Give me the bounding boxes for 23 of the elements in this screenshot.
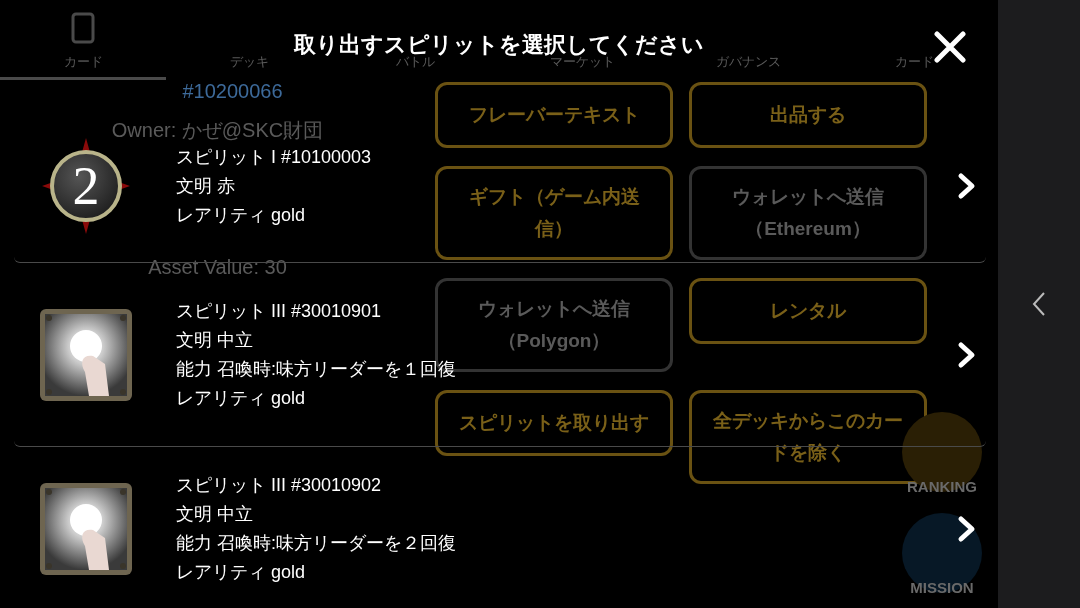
- back-chevron-icon[interactable]: [1032, 291, 1046, 317]
- action-button[interactable]: フレーバーテキスト: [435, 82, 673, 148]
- spirit-detail: スピリット I #10100003: [176, 145, 372, 169]
- spirit-detail: 能力 召喚時:味方リーダーを２回復: [176, 531, 456, 555]
- tab[interactable]: カード: [831, 51, 998, 80]
- spirit-detail: レアリティ gold: [176, 203, 306, 227]
- action-button[interactable]: スピリットを取り出す: [435, 390, 673, 456]
- spirit-detail: レアリティ gold: [176, 560, 306, 584]
- spirit-detail: 文明 赤: [176, 174, 235, 198]
- action-button[interactable]: レンタル: [689, 278, 927, 344]
- fab-label: MISSION: [910, 579, 974, 596]
- spirit-detail: 文明 中立: [176, 328, 253, 352]
- action-button[interactable]: ギフト（ゲーム内送信）: [435, 166, 673, 260]
- action-button[interactable]: 出品する: [689, 82, 927, 148]
- tab[interactable]: カード: [0, 51, 167, 80]
- close-button[interactable]: [934, 31, 966, 63]
- tablet-icon: [71, 12, 95, 44]
- spirit-detail: レアリティ gold: [176, 386, 306, 410]
- spirit-detail: 文明 中立: [176, 502, 253, 526]
- spirit-detail: スピリット III #30010901: [176, 299, 382, 323]
- dialog-title: 取り出すスピリットを選択してください: [294, 31, 704, 57]
- spirit-detail: スピリット III #30010902: [176, 473, 382, 497]
- card-number: #10200066: [182, 80, 283, 103]
